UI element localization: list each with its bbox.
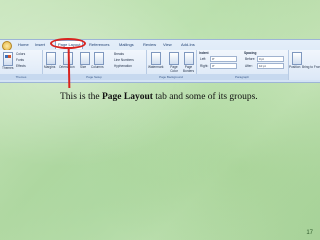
page-color-button[interactable]: Page Color (168, 65, 180, 73)
caption-suffix: tab and some of its groups. (152, 92, 258, 102)
margins-icon[interactable] (46, 52, 56, 65)
size-icon[interactable] (80, 52, 90, 65)
line-numbers-button[interactable]: Line Numbers (114, 58, 134, 62)
themes-group: Themes Colors Fonts Effects Themes (0, 50, 43, 80)
caption-bold: Page Layout (101, 92, 153, 102)
page-borders-button[interactable]: Page Borders (182, 65, 195, 73)
indent-left-field[interactable]: 0" (210, 56, 237, 62)
columns-button[interactable]: Columns (91, 65, 104, 69)
caption-prefix: This is the (60, 92, 102, 102)
tab-add-ins[interactable]: Add-Ins (181, 41, 195, 49)
columns-icon[interactable] (94, 52, 104, 65)
indent-right-label: Right: (200, 64, 209, 68)
page-layout-highlight-oval (50, 38, 86, 49)
tab-insert[interactable]: Insert (35, 41, 45, 49)
position-icon[interactable] (292, 52, 302, 65)
margins-button[interactable]: Margins (44, 65, 55, 69)
spacing-after-label: After: (245, 64, 253, 68)
position-button[interactable]: Position (289, 65, 300, 69)
paragraph-group: Indent Left: 0" Right: 0" Spacing Before… (196, 50, 289, 80)
slide-caption: This is the Page Layout tab and some of … (60, 92, 300, 102)
ribbon-body: Themes Colors Fonts Effects Themes Margi… (0, 50, 320, 80)
tab-mailings[interactable]: Mailings (119, 41, 134, 49)
theme-swatch-orange (8, 55, 11, 58)
tab-home[interactable]: Home (18, 41, 29, 49)
ribbon: Home Insert Page Layout References Maili… (0, 39, 320, 83)
spacing-before-label: Before: (245, 57, 256, 61)
page-color-icon[interactable] (169, 52, 179, 65)
page-background-group: Watermark Page Color Page Borders Page B… (146, 50, 197, 80)
indent-right-field[interactable]: 0" (210, 63, 237, 69)
tab-references[interactable]: References (89, 41, 109, 49)
indent-left-label: Left: (200, 57, 207, 61)
breaks-button[interactable]: Breaks (114, 52, 124, 56)
bring-to-front-button[interactable]: Bring to Front (302, 65, 320, 69)
page-background-group-label: Page Background (146, 74, 196, 80)
size-button[interactable]: Size (80, 65, 86, 69)
colors-button[interactable]: Colors (16, 52, 25, 56)
ribbon-tabs: Home Insert Page Layout References Maili… (0, 40, 320, 51)
page-setup-group-label: Page Setup (42, 74, 146, 80)
slide-number: 17 (306, 230, 313, 236)
page-setup-group: Margins Orientation Size Columns Breaks … (42, 50, 147, 80)
spacing-before-field[interactable]: 0 pt (257, 56, 284, 62)
themes-button-label[interactable]: Themes (2, 66, 14, 70)
tab-review[interactable]: Review (143, 41, 156, 49)
page-borders-icon[interactable] (184, 52, 194, 65)
watermark-icon[interactable] (151, 52, 161, 65)
paragraph-group-label: Paragraph (196, 74, 288, 80)
spacing-after-field[interactable]: 10 pt (257, 63, 284, 69)
themes-group-label: Themes (0, 74, 42, 80)
themes-icon[interactable] (3, 52, 13, 66)
fonts-button[interactable]: Fonts (16, 58, 24, 62)
tab-view[interactable]: View (163, 41, 172, 49)
hyphenation-button[interactable]: Hyphenation (114, 64, 132, 68)
spacing-label: Spacing (244, 51, 257, 55)
effects-button[interactable]: Effects (16, 64, 26, 68)
arrange-group: Position Bring to Front (288, 50, 320, 80)
indent-label: Indent (199, 51, 209, 55)
orientation-button[interactable]: Orientation (59, 65, 75, 69)
watermark-button[interactable]: Watermark (148, 65, 163, 69)
